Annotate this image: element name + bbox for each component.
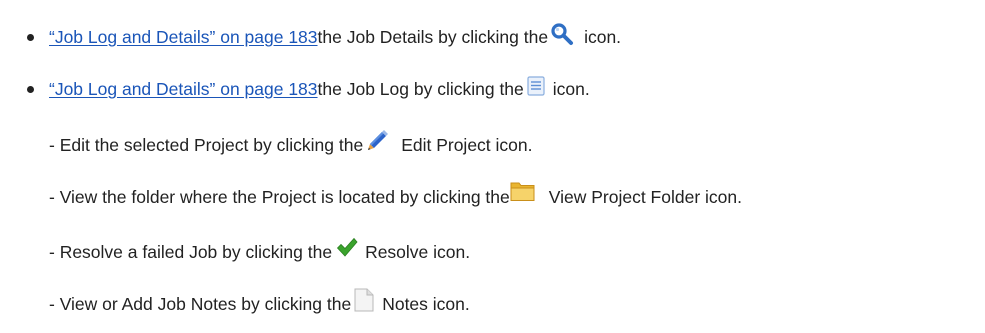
folder-icon bbox=[510, 180, 536, 202]
subitem-text-end: View Project Folder icon. bbox=[548, 187, 742, 207]
subitem-text: - Resolve a failed Job by clicking the bbox=[49, 242, 333, 262]
subitem-notes: - View or Add Job Notes by clicking the … bbox=[49, 288, 470, 316]
bullet-marker bbox=[27, 34, 34, 41]
document-lines-icon bbox=[527, 76, 545, 96]
bullet-text: the Job Log by clicking the bbox=[317, 79, 524, 99]
bullet-item-job-log: “Job Log and Details” on page 183 the Jo… bbox=[49, 76, 590, 101]
subitem-edit-project: - Edit the selected Project by clicking … bbox=[49, 130, 533, 157]
checkmark-icon bbox=[336, 237, 358, 259]
subitem-text: - Edit the selected Project by clicking … bbox=[49, 135, 364, 155]
bullet-text-end: icon. bbox=[552, 79, 590, 99]
subitem-text: - View or Add Job Notes by clicking the bbox=[49, 294, 352, 314]
bullet-item-job-details: “Job Log and Details” on page 183 the Jo… bbox=[49, 22, 622, 49]
bullet-text: the Job Details by clicking the bbox=[317, 27, 549, 47]
subitem-text: - View the folder where the Project is l… bbox=[49, 187, 510, 207]
notes-icon bbox=[354, 288, 374, 312]
pencil-icon bbox=[365, 129, 389, 153]
subitem-text-end: Edit Project icon. bbox=[401, 135, 533, 155]
bullet-marker bbox=[27, 86, 34, 93]
subitem-text-end: Resolve icon. bbox=[365, 242, 471, 262]
magnifier-icon bbox=[550, 22, 574, 46]
subitem-resolve: - Resolve a failed Job by clicking the R… bbox=[49, 237, 471, 264]
subitem-view-project-folder: - View the folder where the Project is l… bbox=[49, 182, 742, 209]
subitem-text-end: Notes icon. bbox=[382, 294, 470, 314]
bullet-text-end: icon. bbox=[584, 27, 622, 47]
job-log-and-details-link[interactable]: “Job Log and Details” on page 183 bbox=[49, 77, 318, 101]
job-log-and-details-link[interactable]: “Job Log and Details” on page 183 bbox=[49, 25, 318, 49]
